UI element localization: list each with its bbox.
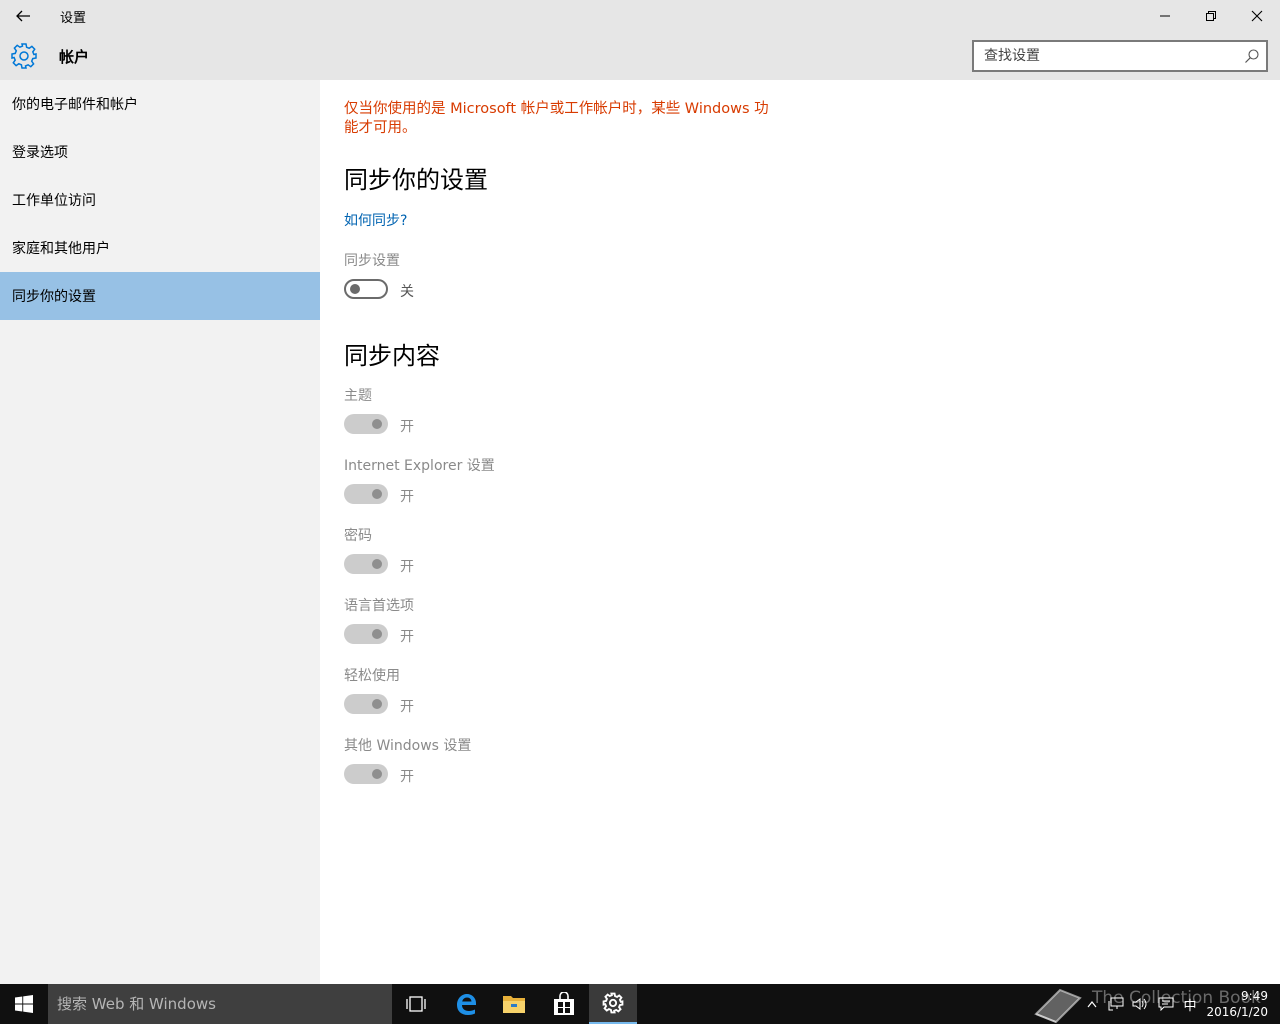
volume-button[interactable] [1130, 984, 1150, 1024]
restore-icon [1206, 11, 1216, 21]
message-icon [1158, 997, 1174, 1011]
show-hidden-icons-button[interactable] [1084, 984, 1100, 1024]
file-explorer-button[interactable] [490, 984, 538, 1024]
input-method-indicator[interactable]: 中 [1180, 984, 1200, 1024]
warning-line-1: 仅当你使用的是 Microsoft 帐户或工作帐户时，某些 Windows 功 [344, 101, 769, 117]
toggle-knob [372, 769, 382, 779]
window-title: 设置 [60, 11, 87, 26]
arrow-left-icon [16, 10, 30, 22]
network-button[interactable] [1106, 984, 1126, 1024]
sync-settings-toggle[interactable] [344, 279, 388, 299]
back-button[interactable] [0, 0, 46, 32]
other-windows-settings-toggle[interactable] [344, 764, 388, 784]
toggle-knob [350, 284, 360, 294]
settings-taskbar-button[interactable] [589, 984, 637, 1024]
theme-toggle[interactable] [344, 414, 388, 434]
theme-label: 主题 [344, 388, 372, 404]
ie-settings-toggle[interactable] [344, 484, 388, 504]
start-button[interactable] [0, 984, 48, 1024]
language-prefs-label: 语言首选项 [344, 598, 414, 614]
how-to-sync-link[interactable]: 如何同步? [344, 210, 407, 230]
search-icon[interactable] [1244, 48, 1260, 64]
edge-button[interactable] [442, 984, 490, 1024]
other-windows-settings-state: 开 [400, 769, 414, 785]
task-view-button[interactable] [392, 984, 440, 1024]
toggle-knob [372, 489, 382, 499]
other-windows-settings-label: 其他 Windows 设置 [344, 738, 472, 754]
close-icon [1251, 10, 1263, 22]
content-pane: 仅当你使用的是 Microsoft 帐户或工作帐户时，某些 Windows 功 … [320, 80, 1280, 984]
action-center-button[interactable] [1156, 984, 1176, 1024]
edge-icon [457, 994, 476, 1015]
language-prefs-toggle[interactable] [344, 624, 388, 644]
account-warning: 仅当你使用的是 Microsoft 帐户或工作帐户时，某些 Windows 功 … [344, 100, 794, 138]
page-title: 帐户 [59, 48, 90, 66]
ease-of-access-state: 开 [400, 699, 414, 715]
sync-settings-state: 关 [400, 284, 414, 300]
sidebar-item-label: 登录选项 [12, 145, 68, 161]
language-prefs-state: 开 [400, 629, 414, 645]
passwords-label: 密码 [344, 528, 372, 544]
taskbar-search-input[interactable] [48, 984, 378, 1024]
sync-content-heading: 同步内容 [344, 342, 440, 370]
sidebar-item-sync-settings[interactable]: 同步你的设置 [0, 272, 320, 320]
sidebar-item-work-access[interactable]: 工作单位访问 [0, 176, 320, 224]
taskbar-search-box[interactable] [48, 984, 392, 1024]
warning-line-2: 能才可用。 [344, 120, 417, 136]
sidebar-item-label: 工作单位访问 [12, 193, 96, 209]
book-watermark-icon [1034, 988, 1082, 1024]
settings-header: 帐户 [0, 32, 1280, 80]
restore-button[interactable] [1188, 0, 1234, 32]
passwords-state: 开 [400, 559, 414, 575]
speaker-icon [1132, 998, 1147, 1010]
theme-state: 开 [400, 419, 414, 435]
passwords-toggle[interactable] [344, 554, 388, 574]
sidebar-item-sign-in-options[interactable]: 登录选项 [0, 128, 320, 176]
gear-icon [11, 43, 37, 69]
ease-of-access-label: 轻松使用 [344, 668, 400, 684]
sidebar-item-email-accounts[interactable]: 你的电子邮件和帐户 [0, 80, 320, 128]
toggle-knob [372, 629, 382, 639]
minimize-button[interactable] [1142, 0, 1188, 32]
settings-icon [602, 992, 624, 1014]
store-button[interactable] [540, 984, 588, 1024]
toggle-knob [372, 699, 382, 709]
sidebar-item-label: 你的电子邮件和帐户 [12, 97, 138, 113]
title-bar: 设置 [0, 0, 1280, 32]
minimize-icon [1160, 15, 1170, 17]
close-button[interactable] [1234, 0, 1280, 32]
sync-heading: 同步你的设置 [344, 166, 488, 194]
windows-logo-icon [15, 995, 33, 1013]
clock-time: 9:49 [1241, 989, 1268, 1003]
chevron-up-icon [1087, 1001, 1097, 1008]
sidebar-item-family-users[interactable]: 家庭和其他用户 [0, 224, 320, 272]
network-icon [1108, 997, 1124, 1011]
clock-date: 2016/1/20 [1206, 1005, 1268, 1019]
taskbar: The Collection Book 中 9:49 2016/1/20 [0, 984, 1280, 1024]
ease-of-access-toggle[interactable] [344, 694, 388, 714]
ie-settings-state: 开 [400, 489, 414, 505]
settings-search-input[interactable] [974, 42, 1224, 70]
system-clock[interactable]: 9:49 2016/1/20 [1206, 988, 1268, 1020]
file-explorer-icon [503, 996, 525, 1013]
sidebar-item-label: 同步你的设置 [12, 289, 96, 305]
sync-settings-label: 同步设置 [344, 253, 400, 269]
sidebar-item-label: 家庭和其他用户 [12, 241, 110, 257]
toggle-knob [372, 419, 382, 429]
settings-search-box[interactable] [972, 40, 1268, 72]
sidebar-nav: 你的电子邮件和帐户 登录选项 工作单位访问 家庭和其他用户 同步你的设置 [0, 80, 320, 984]
ie-settings-label: Internet Explorer 设置 [344, 458, 495, 474]
store-icon [554, 992, 574, 1015]
toggle-knob [372, 559, 382, 569]
task-view-icon [406, 996, 426, 1012]
